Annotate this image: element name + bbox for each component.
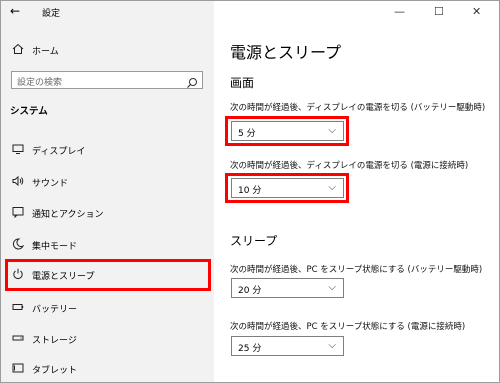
- sleep-plugged-dropdown[interactable]: 25 分 ⌵: [231, 336, 344, 356]
- sidebar: ← 設定 ホーム 設定の検索 システム ディスプレイ サウンド 通知とアクション…: [1, 1, 214, 382]
- page-title: 電源とスリープ: [230, 43, 342, 62]
- dropdown-value: 20 分: [238, 286, 262, 296]
- sidebar-item-label: タブレット: [32, 365, 78, 376]
- home-icon: [10, 43, 26, 58]
- screen-battery-dropdown[interactable]: 5 分 ⌵: [231, 121, 344, 141]
- window-title: 設定: [42, 9, 61, 19]
- sidebar-item-label: 通知とアクション: [32, 209, 104, 220]
- sidebar-item-focus[interactable]: 集中モード: [10, 234, 206, 256]
- sidebar-item-label: バッテリー: [32, 304, 78, 315]
- sidebar-item-label: サウンド: [32, 178, 69, 189]
- screen-plugged-dropdown[interactable]: 10 分 ⌵: [231, 178, 344, 198]
- battery-icon: [10, 301, 26, 316]
- chevron-down-icon: ⌵: [328, 125, 336, 136]
- section-title: システム: [10, 106, 48, 117]
- display-icon: [10, 143, 26, 158]
- sidebar-item-label: ディスプレイ: [32, 146, 86, 157]
- sidebar-item-notifications[interactable]: 通知とアクション: [10, 202, 206, 224]
- search-input[interactable]: 設定の検索: [11, 71, 203, 89]
- sidebar-item-battery[interactable]: バッテリー: [10, 297, 206, 319]
- back-arrow-icon[interactable]: ←: [10, 4, 20, 18]
- sidebar-item-label: ストレージ: [32, 335, 77, 346]
- selected-item-highlight: [5, 259, 211, 291]
- search-placeholder: 設定の検索: [17, 78, 63, 88]
- sleep-battery-label: 次の時間が経過後、PC をスリープ状態にする (バッテリー駆動時): [230, 265, 483, 275]
- tablet-icon: [10, 362, 26, 377]
- sidebar-item-label: 集中モード: [32, 241, 78, 252]
- chevron-down-icon: ⌵: [328, 282, 336, 293]
- moon-icon: [10, 237, 26, 253]
- chevron-down-icon: ⌵: [328, 340, 336, 351]
- sidebar-item-tablet[interactable]: タブレット: [10, 358, 206, 380]
- speaker-icon: [10, 175, 26, 190]
- screen-section-title: 画面: [230, 76, 255, 90]
- sleep-section-title: スリープ: [230, 234, 278, 248]
- screen-plugged-label: 次の時間が経過後、ディスプレイの電源を切る (電源に接続時): [230, 161, 469, 171]
- notification-icon: [10, 206, 26, 221]
- storage-icon: [10, 332, 26, 347]
- sidebar-item-storage[interactable]: ストレージ: [10, 328, 206, 350]
- dropdown-value: 25 分: [238, 344, 262, 354]
- sidebar-item-display[interactable]: ディスプレイ: [10, 139, 206, 161]
- home-label: ホーム: [32, 46, 59, 57]
- maximize-button[interactable]: ☐: [434, 5, 444, 18]
- main-panel: — ☐ ✕ 電源とスリープ 画面 次の時間が経過後、ディスプレイの電源を切る (…: [214, 1, 499, 382]
- sidebar-item-sound[interactable]: サウンド: [10, 171, 206, 193]
- chevron-down-icon: ⌵: [328, 182, 336, 193]
- sleep-plugged-label: 次の時間が経過後、PC をスリープ状態にする (電源に接続時): [230, 322, 466, 332]
- minimize-button[interactable]: —: [394, 5, 405, 18]
- settings-window: ← 設定 ホーム 設定の検索 システム ディスプレイ サウンド 通知とアクション…: [0, 0, 500, 383]
- sleep-battery-dropdown[interactable]: 20 分 ⌵: [231, 278, 344, 298]
- close-button[interactable]: ✕: [472, 5, 481, 18]
- sidebar-home[interactable]: ホーム: [10, 42, 59, 58]
- search-icon: [186, 74, 198, 88]
- dropdown-value: 5 分: [238, 129, 256, 139]
- dropdown-value: 10 分: [238, 186, 262, 196]
- screen-battery-label: 次の時間が経過後、ディスプレイの電源を切る (バッテリー駆動時): [230, 103, 486, 113]
